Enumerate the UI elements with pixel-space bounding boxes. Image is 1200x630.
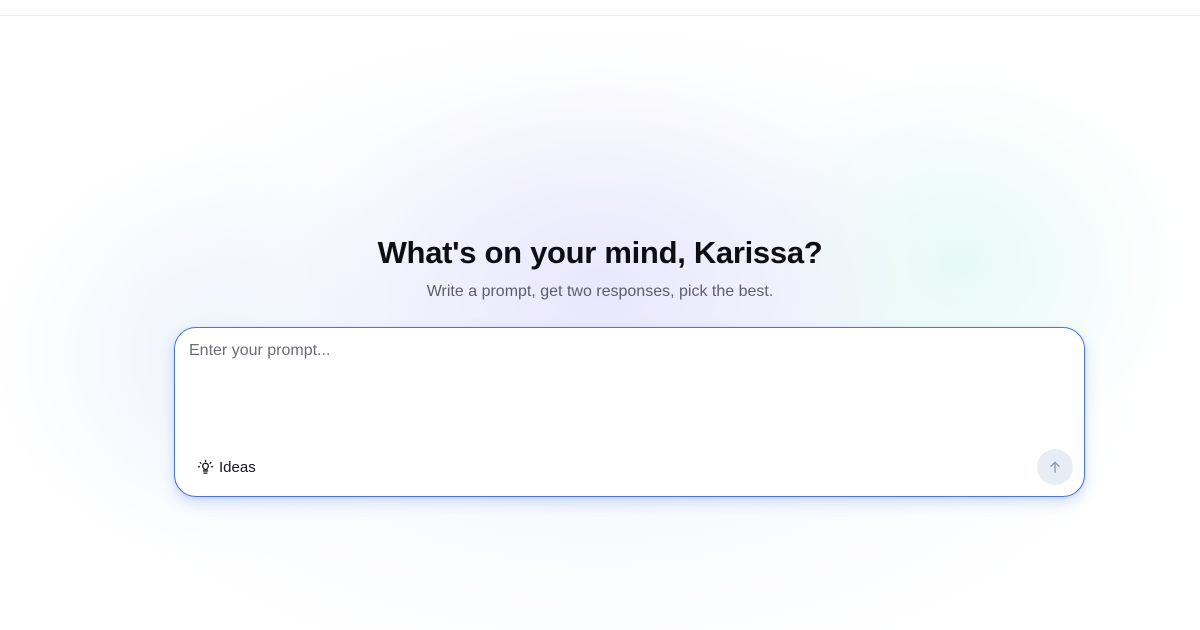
main-content: What's on your mind, Karissa? Write a pr… <box>0 0 1200 630</box>
page-title: What's on your mind, Karissa? <box>377 235 823 270</box>
prompt-card: Ideas <box>174 327 1085 497</box>
lightbulb-icon <box>197 459 214 476</box>
page-subtitle: Write a prompt, get two responses, pick … <box>426 283 774 300</box>
ideas-label: Ideas <box>219 458 256 476</box>
arrow-up-icon <box>1047 459 1063 475</box>
send-button[interactable] <box>1037 449 1073 485</box>
top-bar <box>0 0 1200 16</box>
ideas-button[interactable]: Ideas <box>197 456 256 478</box>
prompt-input[interactable] <box>189 342 1069 442</box>
